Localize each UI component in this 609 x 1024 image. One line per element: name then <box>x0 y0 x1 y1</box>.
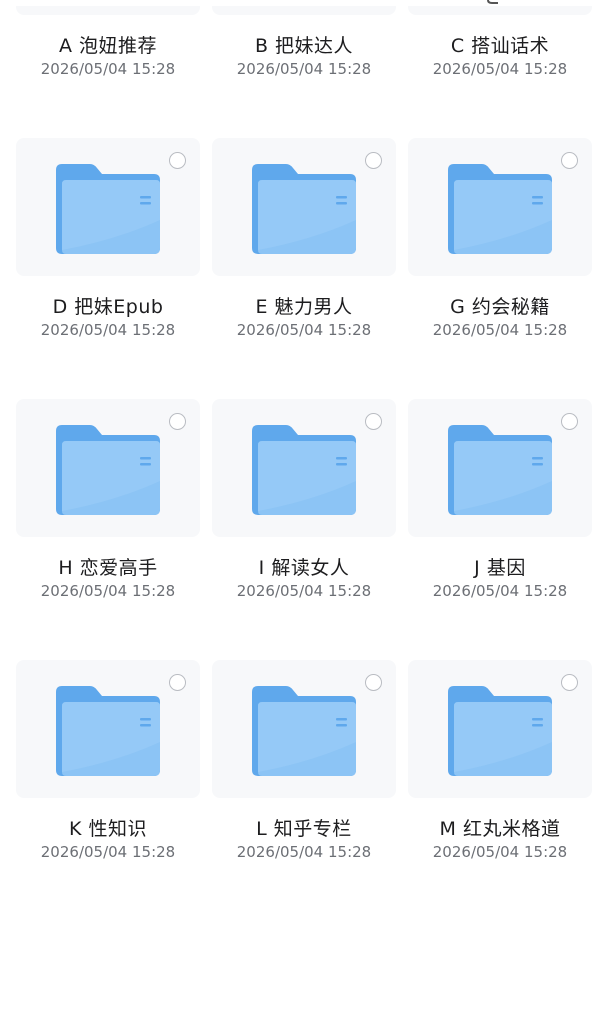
folder-icon <box>56 164 160 254</box>
folder-name: J 基因 <box>474 557 526 579</box>
folder-icon <box>56 425 160 515</box>
folder-icon <box>252 686 356 776</box>
folder-name: M 红丸米格道 <box>439 818 561 840</box>
folder-date: 2026/05/04 15:28 <box>236 321 372 339</box>
selection-circle-icon[interactable] <box>561 152 578 169</box>
folder-date: 2026/05/04 15:28 <box>432 843 568 861</box>
folder-name: D 把妹Epub <box>52 296 164 318</box>
folder-tile[interactable]: E 魅力男人 2026/05/04 15:28 <box>212 138 396 399</box>
folder-icon <box>56 686 160 776</box>
folder-name: E 魅力男人 <box>255 296 353 318</box>
folder-name: L 知乎专栏 <box>256 818 352 840</box>
folder-name: C 搭讪话术 <box>450 35 550 57</box>
folder-name: A 泡妞推荐 <box>58 35 158 57</box>
selection-circle-icon[interactable] <box>169 152 186 169</box>
folder-date: 2026/05/04 15:28 <box>40 60 176 78</box>
folder-thumbnail[interactable] <box>212 660 396 798</box>
partial-icon <box>487 0 498 4</box>
folder-tile[interactable]: L 知乎专栏 2026/05/04 15:28 <box>212 660 396 921</box>
folder-date: 2026/05/04 15:28 <box>40 582 176 600</box>
folder-name: I 解读女人 <box>258 557 350 579</box>
folder-icon <box>252 164 356 254</box>
folder-tile[interactable]: D 把妹Epub 2026/05/04 15:28 <box>16 138 200 399</box>
folder-date: 2026/05/04 15:28 <box>236 582 372 600</box>
selection-circle-icon[interactable] <box>365 413 382 430</box>
folder-date: 2026/05/04 15:28 <box>236 843 372 861</box>
selection-circle-icon[interactable] <box>561 413 578 430</box>
folder-tile[interactable]: J 基因 2026/05/04 15:28 <box>408 399 592 660</box>
top-edge <box>0 0 609 6</box>
folder-name: B 把妹达人 <box>254 35 354 57</box>
file-browser-page: A 泡妞推荐 2026/05/04 15:28 B 把妹达人 2026/05/0… <box>0 0 609 1024</box>
folder-date: 2026/05/04 15:28 <box>432 321 568 339</box>
folder-tile[interactable]: M 红丸米格道 2026/05/04 15:28 <box>408 660 592 921</box>
folder-tile[interactable]: C 搭讪话术 2026/05/04 15:28 <box>408 0 592 138</box>
folder-tile[interactable]: A 泡妞推荐 2026/05/04 15:28 <box>16 0 200 138</box>
folder-date: 2026/05/04 15:28 <box>432 582 568 600</box>
folder-thumbnail[interactable] <box>212 399 396 537</box>
folder-date: 2026/05/04 15:28 <box>236 60 372 78</box>
folder-thumbnail[interactable] <box>16 660 200 798</box>
selection-circle-icon[interactable] <box>169 413 186 430</box>
folder-grid: A 泡妞推荐 2026/05/04 15:28 B 把妹达人 2026/05/0… <box>16 0 593 921</box>
folder-tile[interactable]: I 解读女人 2026/05/04 15:28 <box>212 399 396 660</box>
folder-date: 2026/05/04 15:28 <box>432 60 568 78</box>
folder-thumbnail[interactable] <box>408 138 592 276</box>
selection-circle-icon[interactable] <box>365 674 382 691</box>
folder-tile[interactable]: H 恋爱高手 2026/05/04 15:28 <box>16 399 200 660</box>
folder-icon <box>448 425 552 515</box>
folder-icon <box>448 686 552 776</box>
folder-name: G 约会秘籍 <box>450 296 550 318</box>
selection-circle-icon[interactable] <box>365 152 382 169</box>
folder-icon <box>448 164 552 254</box>
folder-date: 2026/05/04 15:28 <box>40 321 176 339</box>
folder-tile[interactable]: G 约会秘籍 2026/05/04 15:28 <box>408 138 592 399</box>
selection-circle-icon[interactable] <box>561 674 578 691</box>
folder-name: K 性知识 <box>69 818 147 840</box>
folder-tile[interactable]: B 把妹达人 2026/05/04 15:28 <box>212 0 396 138</box>
folder-icon <box>252 425 356 515</box>
folder-tile[interactable]: K 性知识 2026/05/04 15:28 <box>16 660 200 921</box>
folder-date: 2026/05/04 15:28 <box>40 843 176 861</box>
folder-thumbnail[interactable] <box>408 660 592 798</box>
folder-thumbnail[interactable] <box>212 138 396 276</box>
selection-circle-icon[interactable] <box>169 674 186 691</box>
folder-thumbnail[interactable] <box>408 399 592 537</box>
folder-name: H 恋爱高手 <box>58 557 158 579</box>
folder-thumbnail[interactable] <box>16 138 200 276</box>
folder-thumbnail[interactable] <box>16 399 200 537</box>
